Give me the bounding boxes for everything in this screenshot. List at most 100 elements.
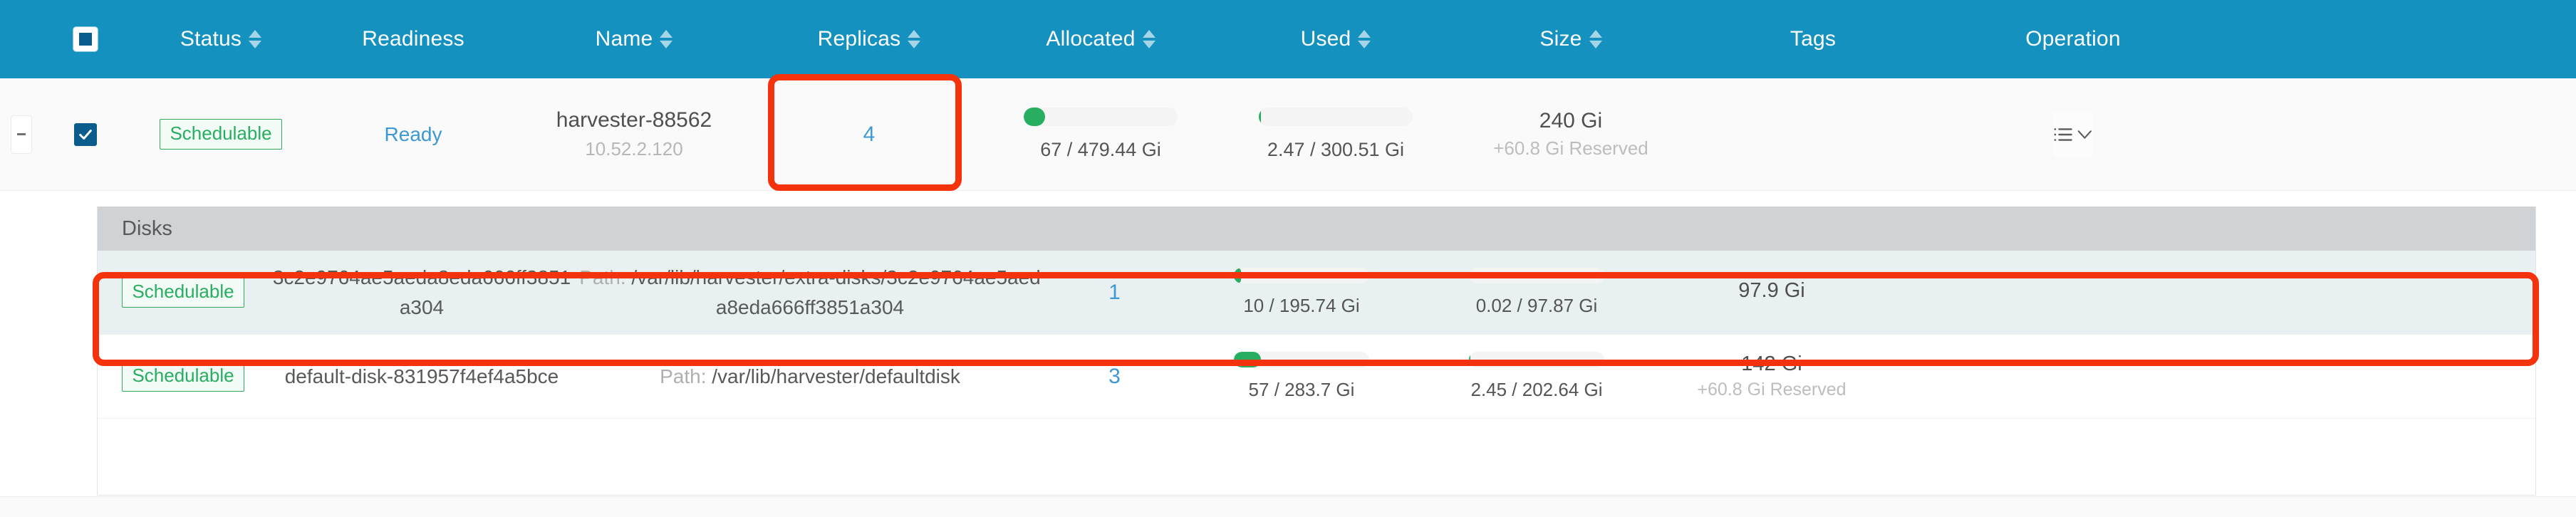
node-tags-cell [1688,78,1938,191]
collapse-minus-icon[interactable] [11,115,32,154]
header-operation: Operation [1938,0,2208,78]
status-badge: Schedulable [122,361,244,392]
disk-used-progress-bar [1469,352,1604,367]
disk-allocated-progress-bar [1234,268,1369,283]
header-name-label: Name [595,27,653,51]
header-replicas[interactable]: Replicas [755,0,983,78]
row-checkbox-checked-icon[interactable] [74,122,97,146]
disk-used-progress-bar [1469,268,1604,283]
allocated-meter: 67 / 479.44 Gi [1024,108,1178,161]
header-status[interactable]: Status [128,0,313,78]
node-status-cell: Schedulable [128,78,313,191]
node-table-row[interactable]: Schedulable Ready harvester-88562 10.52.… [0,78,2576,191]
disk-status-cell: Schedulable [98,277,269,308]
sort-arrows-icon[interactable] [1142,30,1155,48]
sort-arrows-icon[interactable] [908,30,921,48]
header-size[interactable]: Size [1453,0,1688,78]
size-reserved-label: +60.8 Gi Reserved [1493,137,1648,159]
header-used-label: Used [1300,27,1351,51]
header-readiness[interactable]: Readiness [313,0,513,78]
used-meter: 2.47 / 300.51 Gi [1259,108,1413,161]
header-name[interactable]: Name [513,0,755,78]
disk-table-row[interactable]: Schedulable default-disk-831957f4ef4a5bc… [98,335,2535,419]
disk-used-label: 2.45 / 202.64 Gi [1470,379,1603,400]
sort-arrows-icon[interactable] [1589,30,1602,48]
header-expander-spacer [0,0,43,78]
disks-panel-title: Disks [98,207,2535,251]
disks-subtable-panel: Disks Schedulable 3c2e9764ae5aeda8eda666… [97,207,2536,496]
disk-name-cell: 3c2e9764ae5aeda8eda666ff3851a304 [269,263,575,323]
disk-name-label: default-disk-831957f4ef4a5bce [284,365,559,387]
node-size-cell: 240 Gi +60.8 Gi Reserved [1453,78,1688,191]
node-used-cell: 2.47 / 300.51 Gi [1218,78,1453,191]
disk-status-cell: Schedulable [98,361,269,392]
header-allocated-label: Allocated [1046,27,1136,51]
disk-replicas-cell[interactable]: 1 [1045,281,1184,305]
header-size-label: Size [1539,27,1582,51]
disk-allocated-progress-bar [1234,352,1369,367]
disk-path-label: Path: [660,365,707,387]
disk-replicas-cell[interactable]: 3 [1045,365,1184,389]
table-header-row: Status Readiness Name Replicas Allocated… [0,0,2576,78]
list-actions-menu-icon[interactable] [2053,110,2093,158]
longhorn-node-table-page: Status Readiness Name Replicas Allocated… [0,0,2576,517]
select-all-checkbox-indeterminate-icon[interactable] [73,27,98,51]
size-total-label: 240 Gi [1539,109,1603,132]
disk-path-text: Path: /var/lib/harvester/extra-disks/3c2… [575,263,1045,323]
disk-used-label: 0.02 / 97.87 Gi [1475,295,1598,316]
allocated-progress-bar [1024,108,1178,126]
disk-table-row[interactable]: Schedulable 3c2e9764ae5aeda8eda666ff3851… [98,251,2535,335]
disk-used-cell: 0.02 / 97.87 Gi [1419,268,1654,317]
disk-path-label: Path: [579,266,626,288]
header-select-all-cell[interactable] [43,0,128,78]
disk-path-cell: Path: /var/lib/harvester/defaultdisk [575,362,1045,392]
disk-path-cell: Path: /var/lib/harvester/extra-disks/3c2… [575,263,1045,323]
node-operation-cell[interactable] [1938,78,2208,191]
sort-arrows-icon[interactable] [249,30,262,48]
disk-size-cell: 97.9 Gi [1654,279,1889,306]
status-badge: Schedulable [122,277,244,308]
disk-allocated-cell: 57 / 283.7 Gi [1184,352,1419,401]
row-expander-cell[interactable] [0,78,43,191]
status-badge: Schedulable [160,119,282,150]
header-status-label: Status [180,27,242,51]
row-select-cell[interactable] [43,78,128,191]
replicas-link[interactable]: 4 [863,122,876,147]
header-replicas-label: Replicas [817,27,901,51]
header-tags-label: Tags [1790,27,1837,51]
header-readiness-label: Readiness [362,27,464,51]
node-name-cell[interactable]: harvester-88562 10.52.2.120 [513,78,755,191]
sort-arrows-icon[interactable] [1358,30,1371,48]
chevron-down-icon [2078,130,2092,139]
header-operation-label: Operation [2025,27,2121,51]
disk-size-total-label: 97.9 Gi [1738,278,1805,302]
disk-size-cell: 142 Gi +60.8 Gi Reserved [1654,352,1889,400]
header-allocated[interactable]: Allocated [983,0,1218,78]
disk-path-text: Path: /var/lib/harvester/defaultdisk [660,362,960,392]
used-progress-bar [1259,108,1413,126]
node-replicas-cell[interactable]: 4 [755,78,983,191]
node-allocated-cell: 67 / 479.44 Gi [983,78,1218,191]
disk-replicas-link[interactable]: 3 [1108,365,1121,389]
allocated-label: 67 / 479.44 Gi [1040,139,1161,160]
disk-allocated-label: 10 / 195.74 Gi [1243,295,1360,316]
table-footer-strip [0,496,2576,517]
disk-path-value: /var/lib/harvester/extra-disks/3c2e9764a… [631,266,1041,318]
disk-allocated-label: 57 / 283.7 Gi [1248,379,1355,400]
disk-size-total-label: 142 Gi [1741,352,1802,375]
disk-name-cell: default-disk-831957f4ef4a5bce [269,362,575,392]
node-ip-label: 10.52.2.120 [585,138,683,160]
used-label: 2.47 / 300.51 Gi [1267,139,1405,160]
disk-replicas-link[interactable]: 1 [1108,281,1121,305]
node-name-label[interactable]: harvester-88562 [556,107,712,134]
sort-arrows-icon[interactable] [660,30,673,48]
disk-path-value: /var/lib/harvester/defaultdisk [712,365,960,387]
node-readiness-cell[interactable]: Ready [313,78,513,191]
header-tags[interactable]: Tags [1688,0,1938,78]
disk-used-cell: 2.45 / 202.64 Gi [1419,352,1654,401]
header-used[interactable]: Used [1218,0,1453,78]
disk-allocated-cell: 10 / 195.74 Gi [1184,268,1419,317]
readiness-link[interactable]: Ready [385,123,442,146]
disk-size-reserved-label: +60.8 Gi Reserved [1697,380,1847,400]
disks-title-label: Disks [122,216,172,240]
